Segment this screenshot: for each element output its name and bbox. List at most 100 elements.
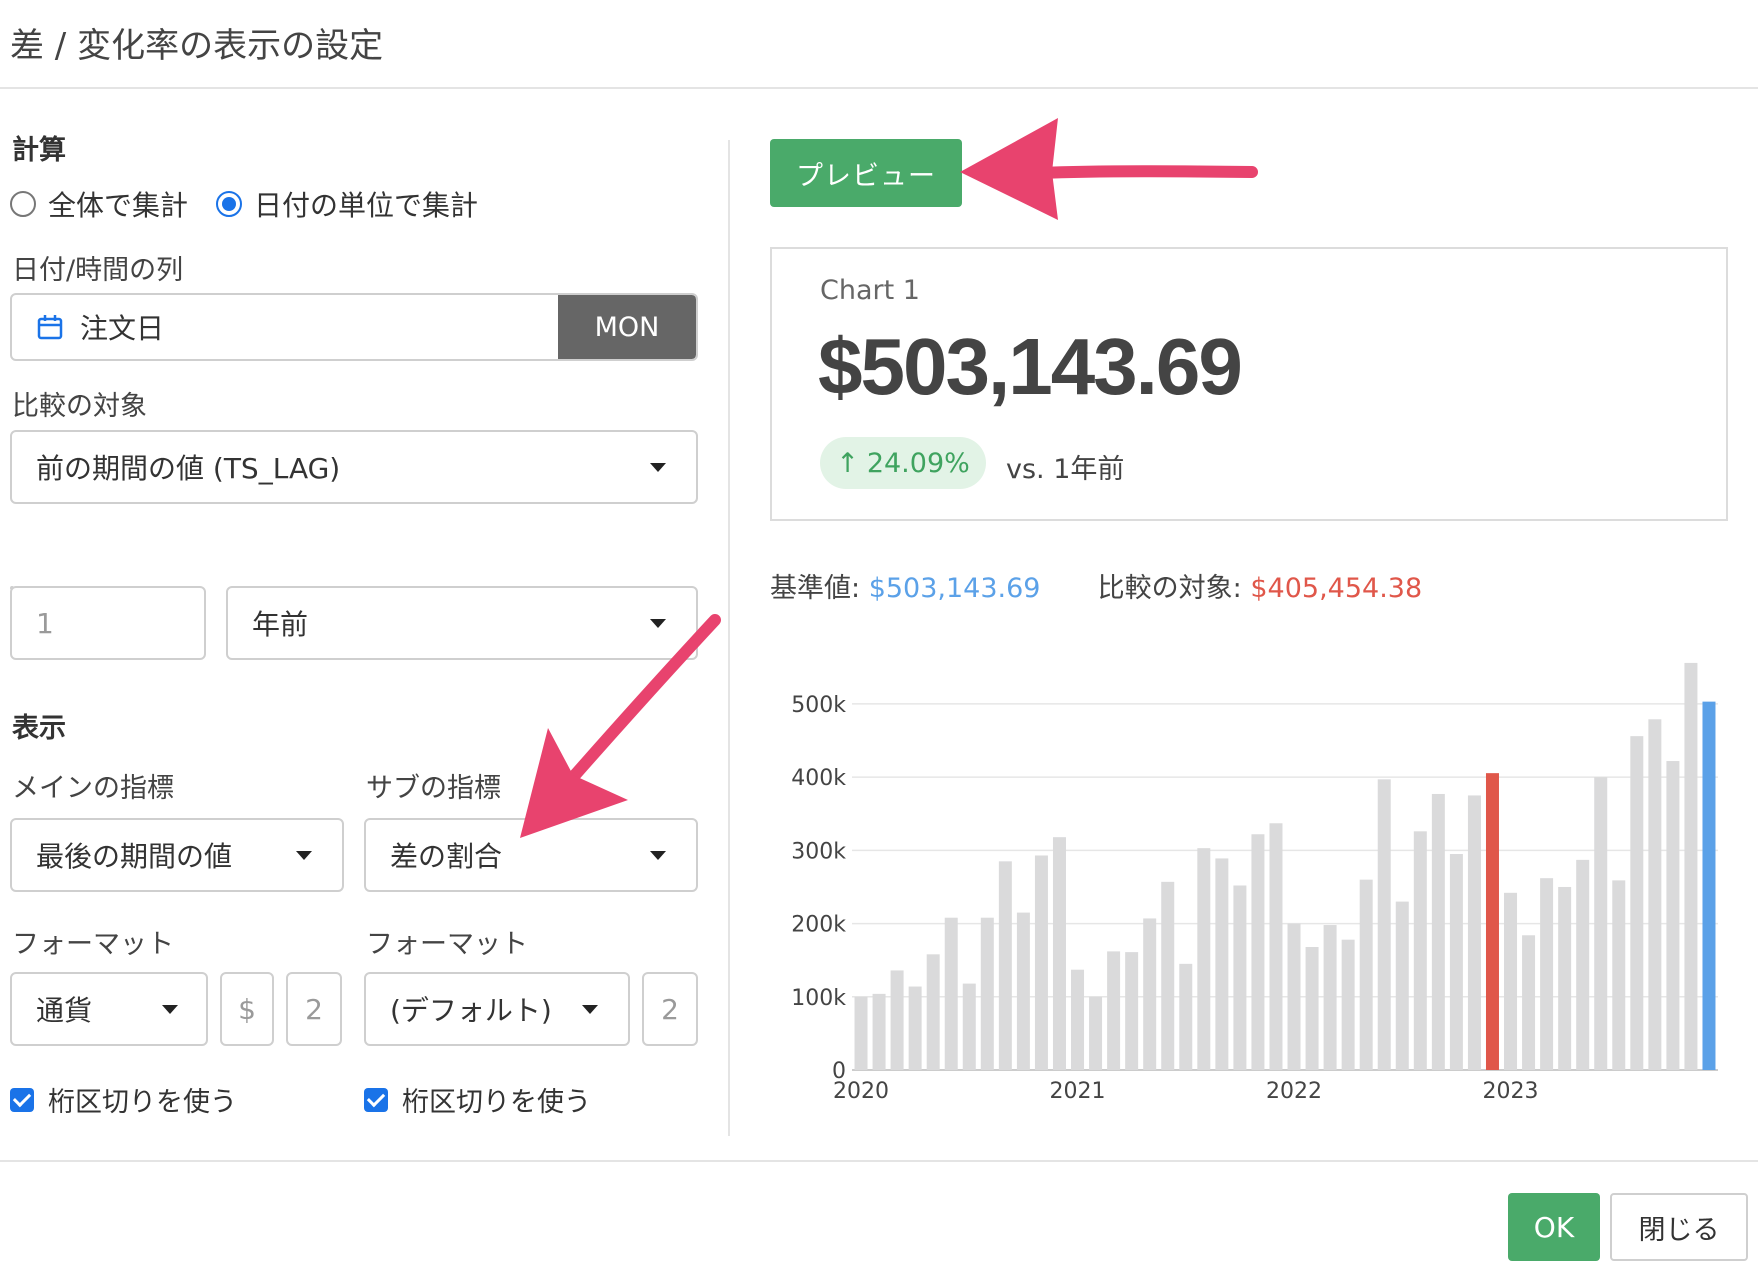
close-button[interactable]: 閉じる	[1610, 1193, 1748, 1261]
sub-separator-label: 桁区切りを使う	[402, 1087, 591, 1118]
change-badge: ↑ 24.09%	[820, 437, 986, 489]
x-tick-label: 2020	[833, 1079, 889, 1104]
bar	[1179, 963, 1193, 1070]
bar	[1071, 969, 1085, 1070]
bar	[1359, 879, 1373, 1070]
bar	[1215, 858, 1229, 1070]
main-metric-label: メインの指標	[12, 773, 174, 804]
caret-down-icon	[650, 462, 666, 472]
arrow-up-icon: ↑	[836, 447, 859, 479]
bar	[908, 986, 922, 1070]
y-tick-label: 100k	[791, 986, 846, 1011]
comparison-text: vs. 1年前	[1006, 454, 1125, 485]
caret-down-icon	[650, 618, 666, 628]
bar	[926, 954, 940, 1070]
checkbox-checked-icon	[10, 1087, 34, 1112]
bar	[1684, 662, 1698, 1070]
bar-highlight	[1702, 701, 1716, 1070]
bar	[1648, 719, 1662, 1070]
bar	[962, 983, 976, 1070]
radio-unchecked-icon	[10, 191, 36, 217]
radio-checked-icon	[216, 191, 242, 217]
main-separator-label: 桁区切りを使う	[48, 1087, 237, 1118]
bar	[1540, 878, 1554, 1070]
bar	[1377, 779, 1391, 1070]
bar	[1034, 855, 1048, 1070]
x-tick-label: 2023	[1483, 1079, 1539, 1104]
sub-metric-label: サブの指標	[366, 773, 501, 804]
bar	[1269, 823, 1283, 1070]
date-column-field[interactable]: 注文日 MON	[10, 293, 698, 361]
main-currency-input[interactable]: $	[220, 972, 274, 1046]
bar	[1630, 736, 1644, 1070]
caret-down-icon	[650, 850, 666, 860]
compare-select-value: 前の期間の値 (TS_LAG)	[36, 452, 341, 485]
ok-button[interactable]: OK	[1508, 1193, 1600, 1261]
bar	[1576, 859, 1590, 1070]
bar	[872, 993, 886, 1070]
main-digits-value: 2	[305, 992, 323, 1026]
bar-highlight	[1485, 773, 1499, 1070]
bar	[1052, 837, 1066, 1070]
sub-separator-checkbox[interactable]: 桁区切りを使う	[364, 1080, 591, 1119]
radio-aggregate-all[interactable]: 全体で集計	[10, 184, 188, 224]
base-values-line: 基準値: $503,143.69 比較の対象: $405,454.38	[770, 566, 1422, 605]
date-column-label: 日付/時間の列	[12, 255, 184, 286]
calc-heading: 計算	[12, 135, 66, 166]
bar	[1341, 939, 1355, 1070]
bar	[1612, 880, 1626, 1070]
x-tick-label: 2021	[1050, 1079, 1106, 1104]
preview-card: Chart 1 $503,143.69 ↑ 24.09% vs. 1年前	[770, 247, 1728, 521]
radio-aggregate-by-date[interactable]: 日付の単位で集計	[216, 184, 478, 224]
base-label: 基準値:	[770, 573, 861, 604]
caret-down-icon	[162, 1004, 178, 1014]
target-value: $405,454.38	[1250, 573, 1423, 604]
preview-button[interactable]: プレビュー	[770, 139, 962, 207]
sub-metric-select[interactable]: 差の割合	[364, 818, 698, 892]
bar	[1089, 996, 1103, 1070]
bar	[1197, 848, 1211, 1070]
bar	[1395, 901, 1409, 1070]
bar	[1016, 912, 1030, 1070]
main-format-select[interactable]: 通貨	[10, 972, 208, 1046]
bar	[1251, 834, 1265, 1070]
lag-count-input[interactable]: 1	[10, 586, 206, 660]
sub-digits-value: 2	[661, 992, 679, 1026]
bar	[1287, 923, 1301, 1070]
bar	[1522, 935, 1536, 1070]
sub-digits-input[interactable]: 2	[642, 972, 698, 1046]
main-metric-select[interactable]: 最後の期間の値	[10, 818, 344, 892]
change-value: 24.09%	[866, 447, 970, 479]
annotation-arrow-preview	[960, 118, 1258, 220]
card-value: $503,143.69	[818, 322, 1243, 411]
sub-metric-value: 差の割合	[390, 840, 503, 873]
display-heading: 表示	[12, 713, 66, 744]
dialog-title: 差 / 変化率の表示の設定	[10, 26, 384, 66]
main-separator-checkbox[interactable]: 桁区切りを使う	[10, 1080, 237, 1119]
y-tick-label: 400k	[791, 766, 846, 791]
panel-divider	[728, 140, 730, 1136]
header-divider	[0, 87, 1758, 89]
sub-format-select[interactable]: (デフォルト)	[364, 972, 630, 1046]
compare-select[interactable]: 前の期間の値 (TS_LAG)	[10, 430, 698, 504]
main-format-value: 通貨	[36, 994, 93, 1027]
bar	[1558, 886, 1572, 1070]
date-unit-button[interactable]: MON	[558, 295, 696, 359]
x-tick-label: 2022	[1266, 1079, 1322, 1104]
settings-panel: 計算 全体で集計 日付の単位で集計 日付/時間の列 注文日 MON 比較の対象 …	[0, 100, 710, 1140]
lag-unit-select[interactable]: 年前	[226, 586, 698, 660]
calendar-icon	[37, 315, 63, 340]
y-tick-label: 200k	[791, 913, 846, 938]
caret-down-icon	[582, 1004, 598, 1014]
bar	[1305, 947, 1319, 1070]
bar	[1467, 795, 1481, 1070]
bar-chart: 0100k200k300k400k500k2020 2021 2022 2023	[791, 662, 1718, 1104]
caret-down-icon	[296, 850, 312, 860]
checkbox-checked-icon	[364, 1087, 388, 1112]
target-label: 比較の対象:	[1097, 573, 1242, 604]
bar	[1161, 881, 1175, 1070]
bar	[1449, 854, 1463, 1070]
footer-divider	[0, 1160, 1758, 1162]
main-digits-input[interactable]: 2	[286, 972, 342, 1046]
base-value: $503,143.69	[868, 573, 1041, 604]
